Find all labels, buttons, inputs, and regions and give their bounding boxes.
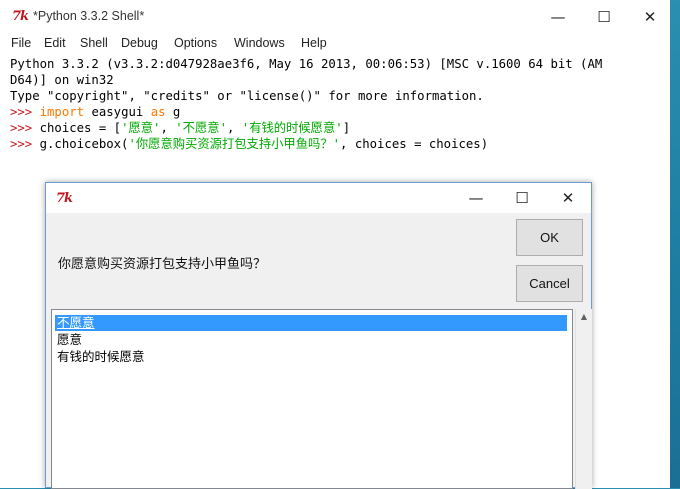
- string-literal: '有钱的时候愿意': [241, 121, 343, 135]
- string-literal: '不愿意': [175, 121, 227, 135]
- code-text: , choices = choices): [340, 137, 489, 151]
- shell-titlebar[interactable]: 7k *Python 3.3.2 Shell* — ☐ ✕: [0, 0, 670, 33]
- command-line-2: >>> choices = ['愿意', '不愿意', '有钱的时候愿意']: [10, 120, 350, 136]
- code-text: g: [165, 105, 181, 119]
- code-text: easygui: [84, 105, 151, 119]
- dialog-maximize-button[interactable]: ☐: [502, 185, 542, 211]
- keyword-import: import: [39, 105, 85, 119]
- banner-line-3: Type "copyright", "credits" or "license(…: [10, 89, 484, 103]
- command-line-3: >>> g.choicebox('你愿意购买资源打包支持小甲鱼吗？', choi…: [10, 136, 488, 152]
- cancel-button[interactable]: Cancel: [516, 265, 583, 302]
- dialog-titlebar[interactable]: 7k — ☐ ✕: [46, 183, 591, 213]
- maximize-button[interactable]: ☐: [584, 4, 624, 30]
- choices-listbox[interactable]: 不愿意 愿意 有钱的时候愿意: [51, 309, 573, 489]
- desktop-background: [670, 0, 680, 488]
- prompt: >>>: [10, 105, 40, 119]
- tk-feather-icon: 7k: [56, 191, 73, 206]
- menu-windows[interactable]: Windows: [234, 36, 285, 50]
- string-literal: '你愿意购买资源打包支持小甲鱼吗？': [128, 137, 341, 151]
- dialog-message: 你愿意购买资源打包支持小甲鱼吗？: [58, 257, 267, 272]
- code-text: ,: [160, 121, 176, 135]
- command-line-1: >>> import easygui as g: [10, 104, 180, 120]
- code-text: choices = [: [39, 121, 122, 135]
- list-item[interactable]: 愿意: [55, 332, 567, 348]
- window-title: *Python 3.3.2 Shell*: [33, 9, 145, 23]
- ok-button[interactable]: OK: [516, 219, 583, 256]
- banner-line-2: D64)] on win32: [10, 73, 114, 87]
- menu-help[interactable]: Help: [301, 36, 327, 50]
- keyword-as: as: [150, 105, 166, 119]
- prompt: >>>: [10, 137, 40, 151]
- minimize-button[interactable]: —: [538, 4, 578, 30]
- menu-debug[interactable]: Debug: [121, 36, 158, 50]
- dialog-minimize-button[interactable]: —: [456, 185, 496, 211]
- list-item[interactable]: 不愿意: [55, 315, 567, 331]
- dialog-close-button[interactable]: ✕: [548, 185, 588, 211]
- banner-line-1: Python 3.3.2 (v3.3.2:d047928ae3f6, May 1…: [10, 57, 603, 71]
- menu-file[interactable]: File: [11, 36, 31, 50]
- list-item[interactable]: 有钱的时候愿意: [55, 349, 567, 365]
- menu-options[interactable]: Options: [174, 36, 217, 50]
- menu-edit[interactable]: Edit: [44, 36, 66, 50]
- scroll-up-icon[interactable]: ▲: [576, 309, 592, 325]
- prompt: >>>: [10, 121, 40, 135]
- code-text: ,: [226, 121, 242, 135]
- menu-shell[interactable]: Shell: [80, 36, 108, 50]
- code-text: ]: [342, 121, 351, 135]
- menubar: File Edit Shell Debug Options Windows He…: [0, 33, 670, 55]
- close-button[interactable]: ✕: [630, 4, 670, 30]
- choicebox-dialog: 7k — ☐ ✕ 你愿意购买资源打包支持小甲鱼吗？ OK Cancel 不愿意 …: [45, 182, 592, 489]
- tk-feather-icon: 7k: [12, 9, 29, 24]
- code-text: g.choicebox(: [39, 137, 129, 151]
- vertical-scrollbar[interactable]: ▲: [575, 309, 592, 489]
- string-literal: '愿意': [121, 121, 161, 135]
